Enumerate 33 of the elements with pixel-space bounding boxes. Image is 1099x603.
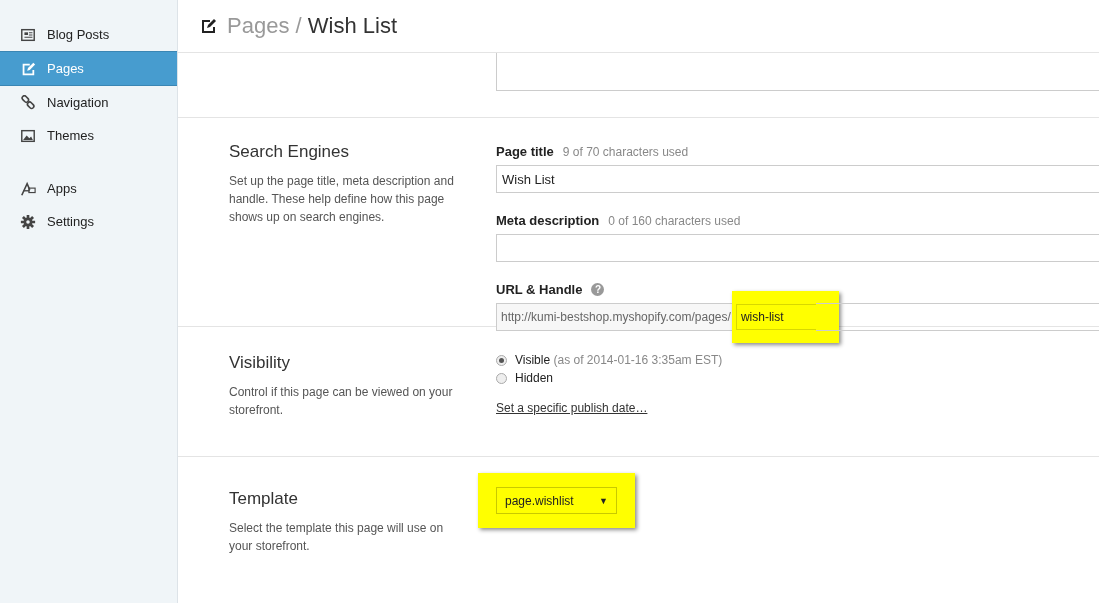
template-select[interactable]: page.wishlist ▼: [496, 487, 617, 514]
section-heading: Template: [229, 489, 299, 509]
character-count: 9 of 70 characters used: [562, 145, 689, 159]
radio-label: Visible (as of 2014-01-16 3:35am EST): [515, 353, 723, 367]
handle-field[interactable]: wish-list: [735, 304, 816, 330]
text-field[interactable]: Wish List: [496, 165, 1099, 193]
radio-button[interactable]: [496, 372, 507, 384]
field-label: Meta description: [496, 213, 600, 228]
section-description: Select the template this page will use on your storefront.: [229, 520, 445, 555]
field-label: Page title: [496, 144, 554, 159]
sidebar-item[interactable]: Settings: [0, 205, 177, 238]
section-description: Control if this page can be viewed on your storefront.: [229, 384, 454, 419]
sidebar-item[interactable]: Blog Posts: [0, 18, 177, 51]
section-heading: Visibility: [229, 353, 292, 373]
section-heading: Search Engines: [229, 142, 351, 162]
radio-label: Hidden: [515, 371, 554, 385]
sidebar-item[interactable]: Navigation: [0, 86, 177, 119]
sidebar-item[interactable]: Apps: [0, 172, 177, 205]
letter-a-icon: [20, 180, 36, 197]
settings-icon: [20, 213, 36, 230]
publish-date-link[interactable]: Set a specific publish date…: [496, 401, 648, 415]
content-editor-field[interactable]: [496, 53, 1099, 91]
field-label: URL & Handle: [496, 282, 583, 297]
edit-icon: [20, 60, 36, 77]
radio-button[interactable]: [496, 354, 507, 366]
picture-icon: [20, 127, 36, 144]
newspaper-icon: [20, 26, 36, 43]
sidebar-item[interactable]: Themes: [0, 119, 177, 152]
page-heading: Pages / Wish List: [227, 13, 397, 39]
edit-icon: [199, 17, 217, 35]
character-count: 0 of 160 characters used: [608, 214, 741, 228]
section-description: Set up the page title, meta description and handle. These help define how this page shows up on search engines.: [229, 173, 455, 226]
chain-link-icon: [20, 94, 36, 111]
